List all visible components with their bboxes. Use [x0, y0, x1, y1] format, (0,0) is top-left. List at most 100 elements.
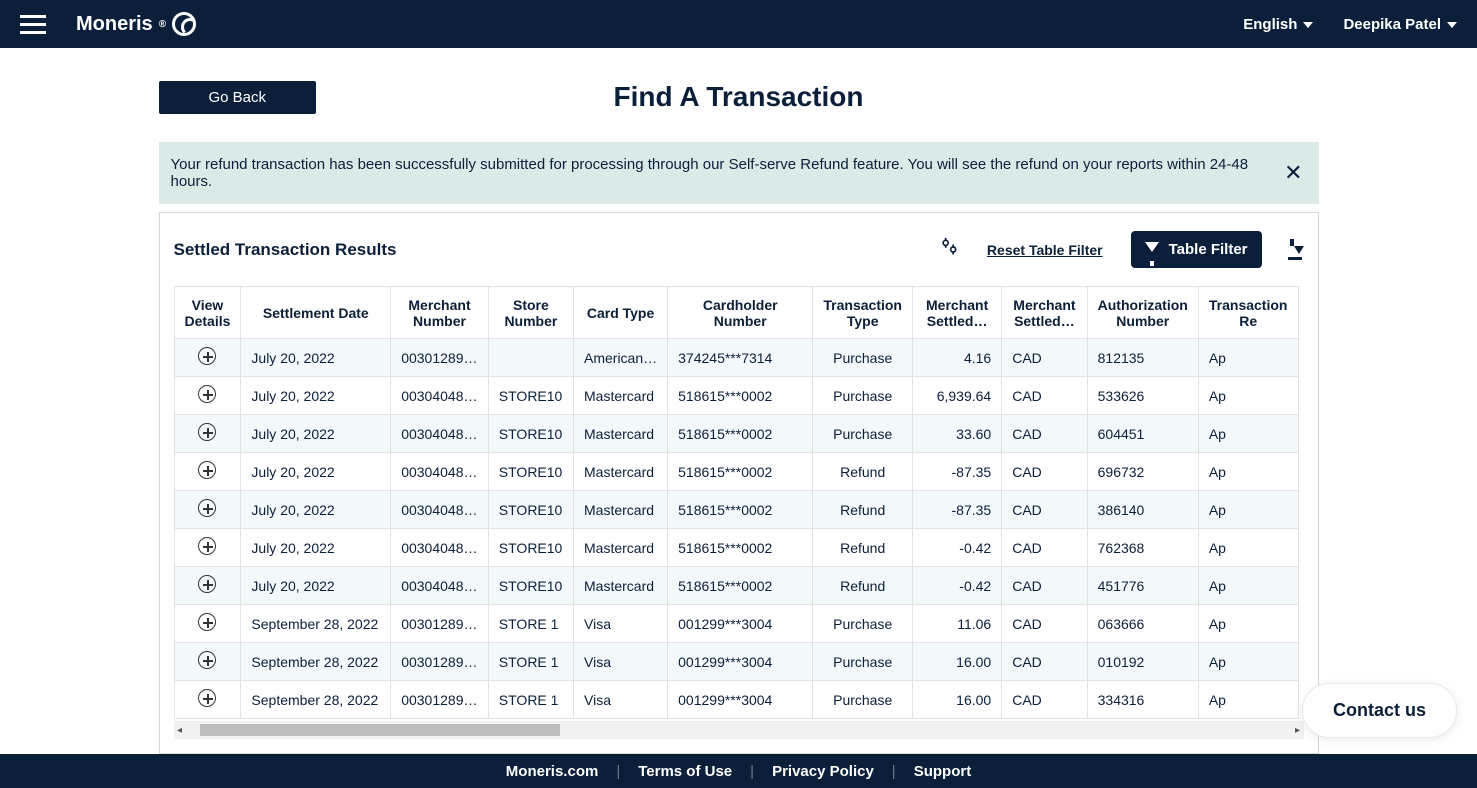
chevron-down-icon — [1447, 22, 1457, 28]
user-name: Deepika Patel — [1343, 16, 1441, 33]
cell-date: July 20, 2022 — [241, 415, 391, 453]
cell-cardholder: 518615***0002 — [668, 377, 813, 415]
cell-response: Ap — [1198, 567, 1298, 605]
cell-cardholder: 374245***7314 — [668, 339, 813, 377]
footer-link-moneris[interactable]: Moneris.com — [506, 763, 599, 780]
th-merchant-settled-amount[interactable]: Merchant Settled… — [913, 287, 1002, 339]
th-store-number[interactable]: Store Number — [488, 287, 573, 339]
cell-response: Ap — [1198, 529, 1298, 567]
th-settlement-date[interactable]: Settlement Date — [241, 287, 391, 339]
th-view-details[interactable]: View Details — [174, 287, 241, 339]
table-filter-button[interactable]: Table Filter — [1131, 231, 1262, 268]
cell-transaction-type: Purchase — [813, 605, 913, 643]
cell-currency: CAD — [1002, 453, 1087, 491]
cell-date: July 20, 2022 — [241, 339, 391, 377]
cell-amount: -0.42 — [913, 529, 1002, 567]
cell-date: July 20, 2022 — [241, 377, 391, 415]
cell-store: STORE10 — [488, 415, 573, 453]
table-row: July 20, 202200304048…STORE10Mastercard5… — [174, 377, 1298, 415]
cell-currency: CAD — [1002, 377, 1087, 415]
cell-authorization: 451776 — [1087, 567, 1198, 605]
plus-circle-icon[interactable] — [198, 347, 216, 365]
footer-link-privacy[interactable]: Privacy Policy — [772, 763, 874, 780]
th-cardholder-number[interactable]: Cardholder Number — [668, 287, 813, 339]
cell-currency: CAD — [1002, 605, 1087, 643]
th-authorization-number[interactable]: Authorization Number — [1087, 287, 1198, 339]
footer: Moneris.com | Terms of Use | Privacy Pol… — [0, 754, 1477, 788]
cell-card-type: Mastercard — [574, 567, 668, 605]
cell-cardholder: 518615***0002 — [668, 415, 813, 453]
cell-merchant: 00304048… — [391, 529, 489, 567]
scrollbar-thumb[interactable] — [200, 724, 560, 736]
page-title: Find A Transaction — [614, 81, 864, 113]
cell-merchant: 00304048… — [391, 567, 489, 605]
menu-icon[interactable] — [20, 15, 46, 34]
expand-cell — [174, 453, 241, 491]
expand-cell — [174, 643, 241, 681]
top-nav-bar: Moneris® English Deepika Patel — [0, 0, 1477, 48]
plus-circle-icon[interactable] — [198, 461, 216, 479]
cell-cardholder: 518615***0002 — [668, 529, 813, 567]
go-back-button[interactable]: Go Back — [159, 81, 317, 114]
footer-link-support[interactable]: Support — [914, 763, 972, 780]
cell-store: STORE10 — [488, 529, 573, 567]
plus-circle-icon[interactable] — [198, 385, 216, 403]
footer-link-terms[interactable]: Terms of Use — [638, 763, 732, 780]
user-menu[interactable]: Deepika Patel — [1343, 16, 1457, 33]
panel-title: Settled Transaction Results — [174, 240, 397, 260]
download-icon[interactable] — [1290, 240, 1304, 260]
contact-us-button[interactable]: Contact us — [1302, 683, 1457, 738]
plus-circle-icon[interactable] — [198, 613, 216, 631]
language-label: English — [1243, 16, 1297, 33]
plus-circle-icon[interactable] — [198, 575, 216, 593]
brand-logo[interactable]: Moneris® — [76, 12, 196, 36]
cell-date: July 20, 2022 — [241, 567, 391, 605]
expand-cell — [174, 529, 241, 567]
plus-circle-icon[interactable] — [198, 537, 216, 555]
cell-amount: 4.16 — [913, 339, 1002, 377]
table-row: September 28, 202200301289…STORE 1Visa00… — [174, 605, 1298, 643]
plus-circle-icon[interactable] — [198, 499, 216, 517]
cell-response: Ap — [1198, 643, 1298, 681]
gear-icon[interactable] — [939, 237, 959, 262]
cell-cardholder: 518615***0002 — [668, 491, 813, 529]
plus-circle-icon[interactable] — [198, 689, 216, 707]
cell-currency: CAD — [1002, 643, 1087, 681]
plus-circle-icon[interactable] — [198, 651, 216, 669]
reset-table-filter-link[interactable]: Reset Table Filter — [987, 242, 1103, 258]
chevron-down-icon — [1303, 22, 1313, 28]
cell-amount: -87.35 — [913, 453, 1002, 491]
cell-cardholder: 518615***0002 — [668, 567, 813, 605]
expand-cell — [174, 339, 241, 377]
table-scroll-container: View Details Settlement Date Merchant Nu… — [174, 286, 1304, 753]
cell-merchant: 00304048… — [391, 415, 489, 453]
filter-button-label: Table Filter — [1169, 241, 1248, 258]
cell-currency: CAD — [1002, 567, 1087, 605]
cell-amount: -0.42 — [913, 567, 1002, 605]
brand-swirl-icon — [172, 12, 196, 36]
cell-response: Ap — [1198, 415, 1298, 453]
language-selector[interactable]: English — [1243, 16, 1313, 33]
table-row: July 20, 202200304048…STORE10Mastercard5… — [174, 567, 1298, 605]
horizontal-scrollbar[interactable]: ◂ ▸ — [174, 721, 1304, 739]
cell-store: STORE10 — [488, 491, 573, 529]
plus-circle-icon[interactable] — [198, 423, 216, 441]
cell-card-type: Mastercard — [574, 377, 668, 415]
cell-store: STORE 1 — [488, 605, 573, 643]
cell-authorization: 604451 — [1087, 415, 1198, 453]
funnel-icon — [1145, 242, 1159, 252]
scroll-right-icon[interactable]: ▸ — [1292, 725, 1304, 736]
cell-authorization: 533626 — [1087, 377, 1198, 415]
th-merchant-number[interactable]: Merchant Number — [391, 287, 489, 339]
cell-transaction-type: Purchase — [813, 415, 913, 453]
th-transaction-type[interactable]: Transaction Type — [813, 287, 913, 339]
cell-cardholder: 001299***3004 — [668, 681, 813, 719]
close-icon[interactable]: ✕ — [1280, 162, 1306, 184]
th-merchant-settled-currency[interactable]: Merchant Settled… — [1002, 287, 1087, 339]
transactions-table: View Details Settlement Date Merchant Nu… — [174, 286, 1299, 719]
scroll-left-icon[interactable]: ◂ — [174, 725, 186, 736]
th-card-type[interactable]: Card Type — [574, 287, 668, 339]
th-transaction-response[interactable]: Transaction Re — [1198, 287, 1298, 339]
cell-amount: 11.06 — [913, 605, 1002, 643]
cell-transaction-type: Purchase — [813, 339, 913, 377]
